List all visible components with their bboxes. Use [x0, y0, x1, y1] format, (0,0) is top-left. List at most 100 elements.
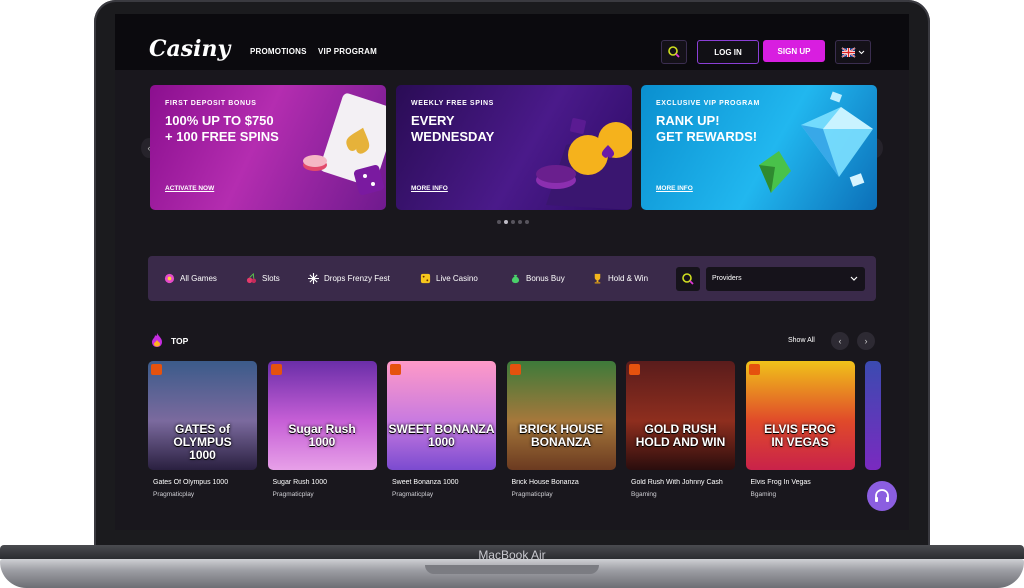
nav-promotions[interactable]: PROMOTIONS [250, 47, 307, 56]
cherry-icon [246, 273, 257, 284]
game-provider: Bgaming [631, 491, 657, 498]
snowflake-icon [308, 273, 319, 284]
laptop-notch [425, 565, 599, 574]
search-icon [682, 273, 694, 285]
banner-title: RANK UP! GET REWARDS! [656, 113, 796, 145]
providers-select[interactable]: Providers [706, 267, 865, 291]
game-filter-bar: All Games Slots Drops Frenzy Fest Live C… [148, 256, 876, 301]
game-name[interactable]: Sweet Bonanza 1000 [392, 479, 498, 486]
section-title: TOP [171, 336, 189, 346]
filter-bonus-buy[interactable]: Bonus Buy [510, 273, 565, 284]
banner-weekly-spins[interactable]: WEEKLY FREE SPINS EVERY WEDNESDAY MORE I… [396, 85, 632, 210]
carousel-dot[interactable] [511, 220, 515, 224]
game-name[interactable]: Gold Rush With Johnny Cash [631, 479, 737, 486]
game-art-title: GATES of OLYMPUS 1000 [148, 423, 257, 462]
game-art-line: BONANZA [531, 435, 591, 449]
game-provider: Bgaming [750, 491, 777, 498]
game-art-line: 1000 [428, 435, 455, 449]
support-button[interactable] [867, 481, 897, 511]
fire-icon [152, 333, 162, 347]
game-name[interactable]: Brick House Bonanza [512, 479, 618, 486]
filter-live-casino[interactable]: Live Casino [420, 273, 478, 284]
game-provider: Pragmaticplay [272, 491, 314, 498]
banner-more-info-link[interactable]: MORE INFO [656, 185, 693, 192]
banner-title-line: RANK UP! [656, 113, 720, 128]
game-thumbnail [267, 361, 377, 470]
hot-badge-icon [390, 364, 401, 375]
banner-activate-link[interactable]: ACTIVATE NOW [165, 185, 214, 192]
providers-label: Providers [712, 275, 742, 282]
game-thumbnail [506, 361, 616, 470]
game-card[interactable]: Sugar Rush 1000 [267, 361, 377, 470]
banner-title-line: 100% UP TO $750 [165, 113, 274, 128]
banner-title-line: GET REWARDS! [656, 129, 758, 144]
filter-label: Bonus Buy [526, 274, 565, 283]
site-logo[interactable]: Casiny [149, 36, 230, 62]
banner-kicker: WEEKLY FREE SPINS [411, 100, 494, 107]
banner-first-deposit[interactable]: FIRST DEPOSIT BONUS 100% UP TO $750 + 10… [150, 85, 386, 210]
filter-all-games[interactable]: All Games [164, 273, 217, 284]
game-art-line: 1000 [308, 435, 336, 449]
game-card-partial[interactable] [865, 361, 881, 470]
show-all-link[interactable]: Show All [788, 337, 815, 344]
hot-badge-icon [748, 364, 760, 375]
chevron-down-icon [850, 276, 858, 281]
banner-title: EVERY WEDNESDAY [411, 113, 551, 145]
trophy-icon [594, 273, 601, 284]
game-provider: Pragmaticplay [392, 491, 434, 498]
games-prev-button[interactable]: ‹ [831, 332, 849, 350]
game-art-line: 1000 [189, 448, 216, 462]
filter-label: Live Casino [436, 274, 478, 283]
filter-drops-frenzy-fest[interactable]: Drops Frenzy Fest [308, 273, 390, 284]
search-icon [668, 46, 680, 58]
hot-badge-icon [509, 364, 521, 375]
banner-title-line: + 100 FREE SPINS [165, 129, 279, 144]
game-art-line: IN VEGAS [771, 435, 829, 449]
game-thumbnail [745, 361, 855, 470]
carousel-dot[interactable] [525, 220, 529, 224]
login-button[interactable]: LOG IN [697, 40, 759, 64]
filter-hold-and-win[interactable]: Hold & Win [592, 273, 648, 284]
carousel-dots [497, 220, 529, 224]
banner-kicker: FIRST DEPOSIT BONUS [165, 100, 257, 107]
device-label: MacBook Air [478, 548, 546, 562]
game-card[interactable]: GATES of OLYMPUS 1000 [148, 361, 257, 470]
banner-more-info-link[interactable]: MORE INFO [411, 185, 448, 192]
carousel-dot[interactable] [497, 220, 501, 224]
filter-label: All Games [180, 274, 217, 283]
game-art-line: HOLD AND WIN [635, 435, 726, 449]
filter-search-button[interactable] [676, 267, 700, 291]
uk-flag-icon [841, 47, 865, 58]
game-card[interactable]: GOLD RUSH HOLD AND WIN [626, 361, 735, 470]
game-art-title: GOLD RUSH HOLD AND WIN [626, 423, 735, 449]
game-name[interactable]: Elvis Frog In Vegas [751, 479, 857, 486]
banner-title-line: EVERY [411, 113, 455, 128]
game-card[interactable]: ELVIS FROG IN VEGAS [745, 361, 855, 470]
game-art-title: SWEET BONANZA 1000 [387, 423, 496, 449]
banner-vip-program[interactable]: EXCLUSIVE VIP PROGRAM RANK UP! GET REWAR… [641, 85, 877, 210]
dice-icon [420, 273, 431, 284]
language-selector[interactable] [835, 40, 871, 64]
flower-icon [164, 273, 175, 284]
game-art-line: GATES of OLYMPUS [173, 422, 232, 449]
game-name[interactable]: Sugar Rush 1000 [273, 479, 379, 486]
search-button[interactable] [661, 40, 687, 64]
filter-slots[interactable]: Slots [246, 273, 280, 284]
game-card[interactable]: BRICK HOUSE BONANZA [506, 361, 616, 470]
game-card[interactable]: SWEET BONANZA 1000 [387, 361, 496, 470]
browser-screen: Casiny PROMOTIONS VIP PROGRAM LOG IN SIG… [115, 14, 909, 530]
hot-badge-icon [151, 364, 162, 375]
carousel-dot[interactable] [518, 220, 522, 224]
signup-button[interactable]: SIGN UP [763, 40, 825, 62]
carousel-dot-active[interactable] [504, 220, 508, 224]
site-header: Casiny PROMOTIONS VIP PROGRAM LOG IN SIG… [115, 14, 909, 70]
game-name[interactable]: Gates Of Olympus 1000 [153, 479, 259, 486]
game-thumbnail [387, 361, 496, 470]
hot-badge-icon [270, 364, 282, 375]
nav-vip-program[interactable]: VIP PROGRAM [318, 47, 377, 56]
banner-title: 100% UP TO $750 + 100 FREE SPINS [165, 113, 305, 145]
games-next-button[interactable]: › [857, 332, 875, 350]
banner-kicker: EXCLUSIVE VIP PROGRAM [656, 100, 760, 107]
headset-icon [875, 489, 889, 502]
game-art-title: Sugar Rush 1000 [268, 423, 377, 449]
